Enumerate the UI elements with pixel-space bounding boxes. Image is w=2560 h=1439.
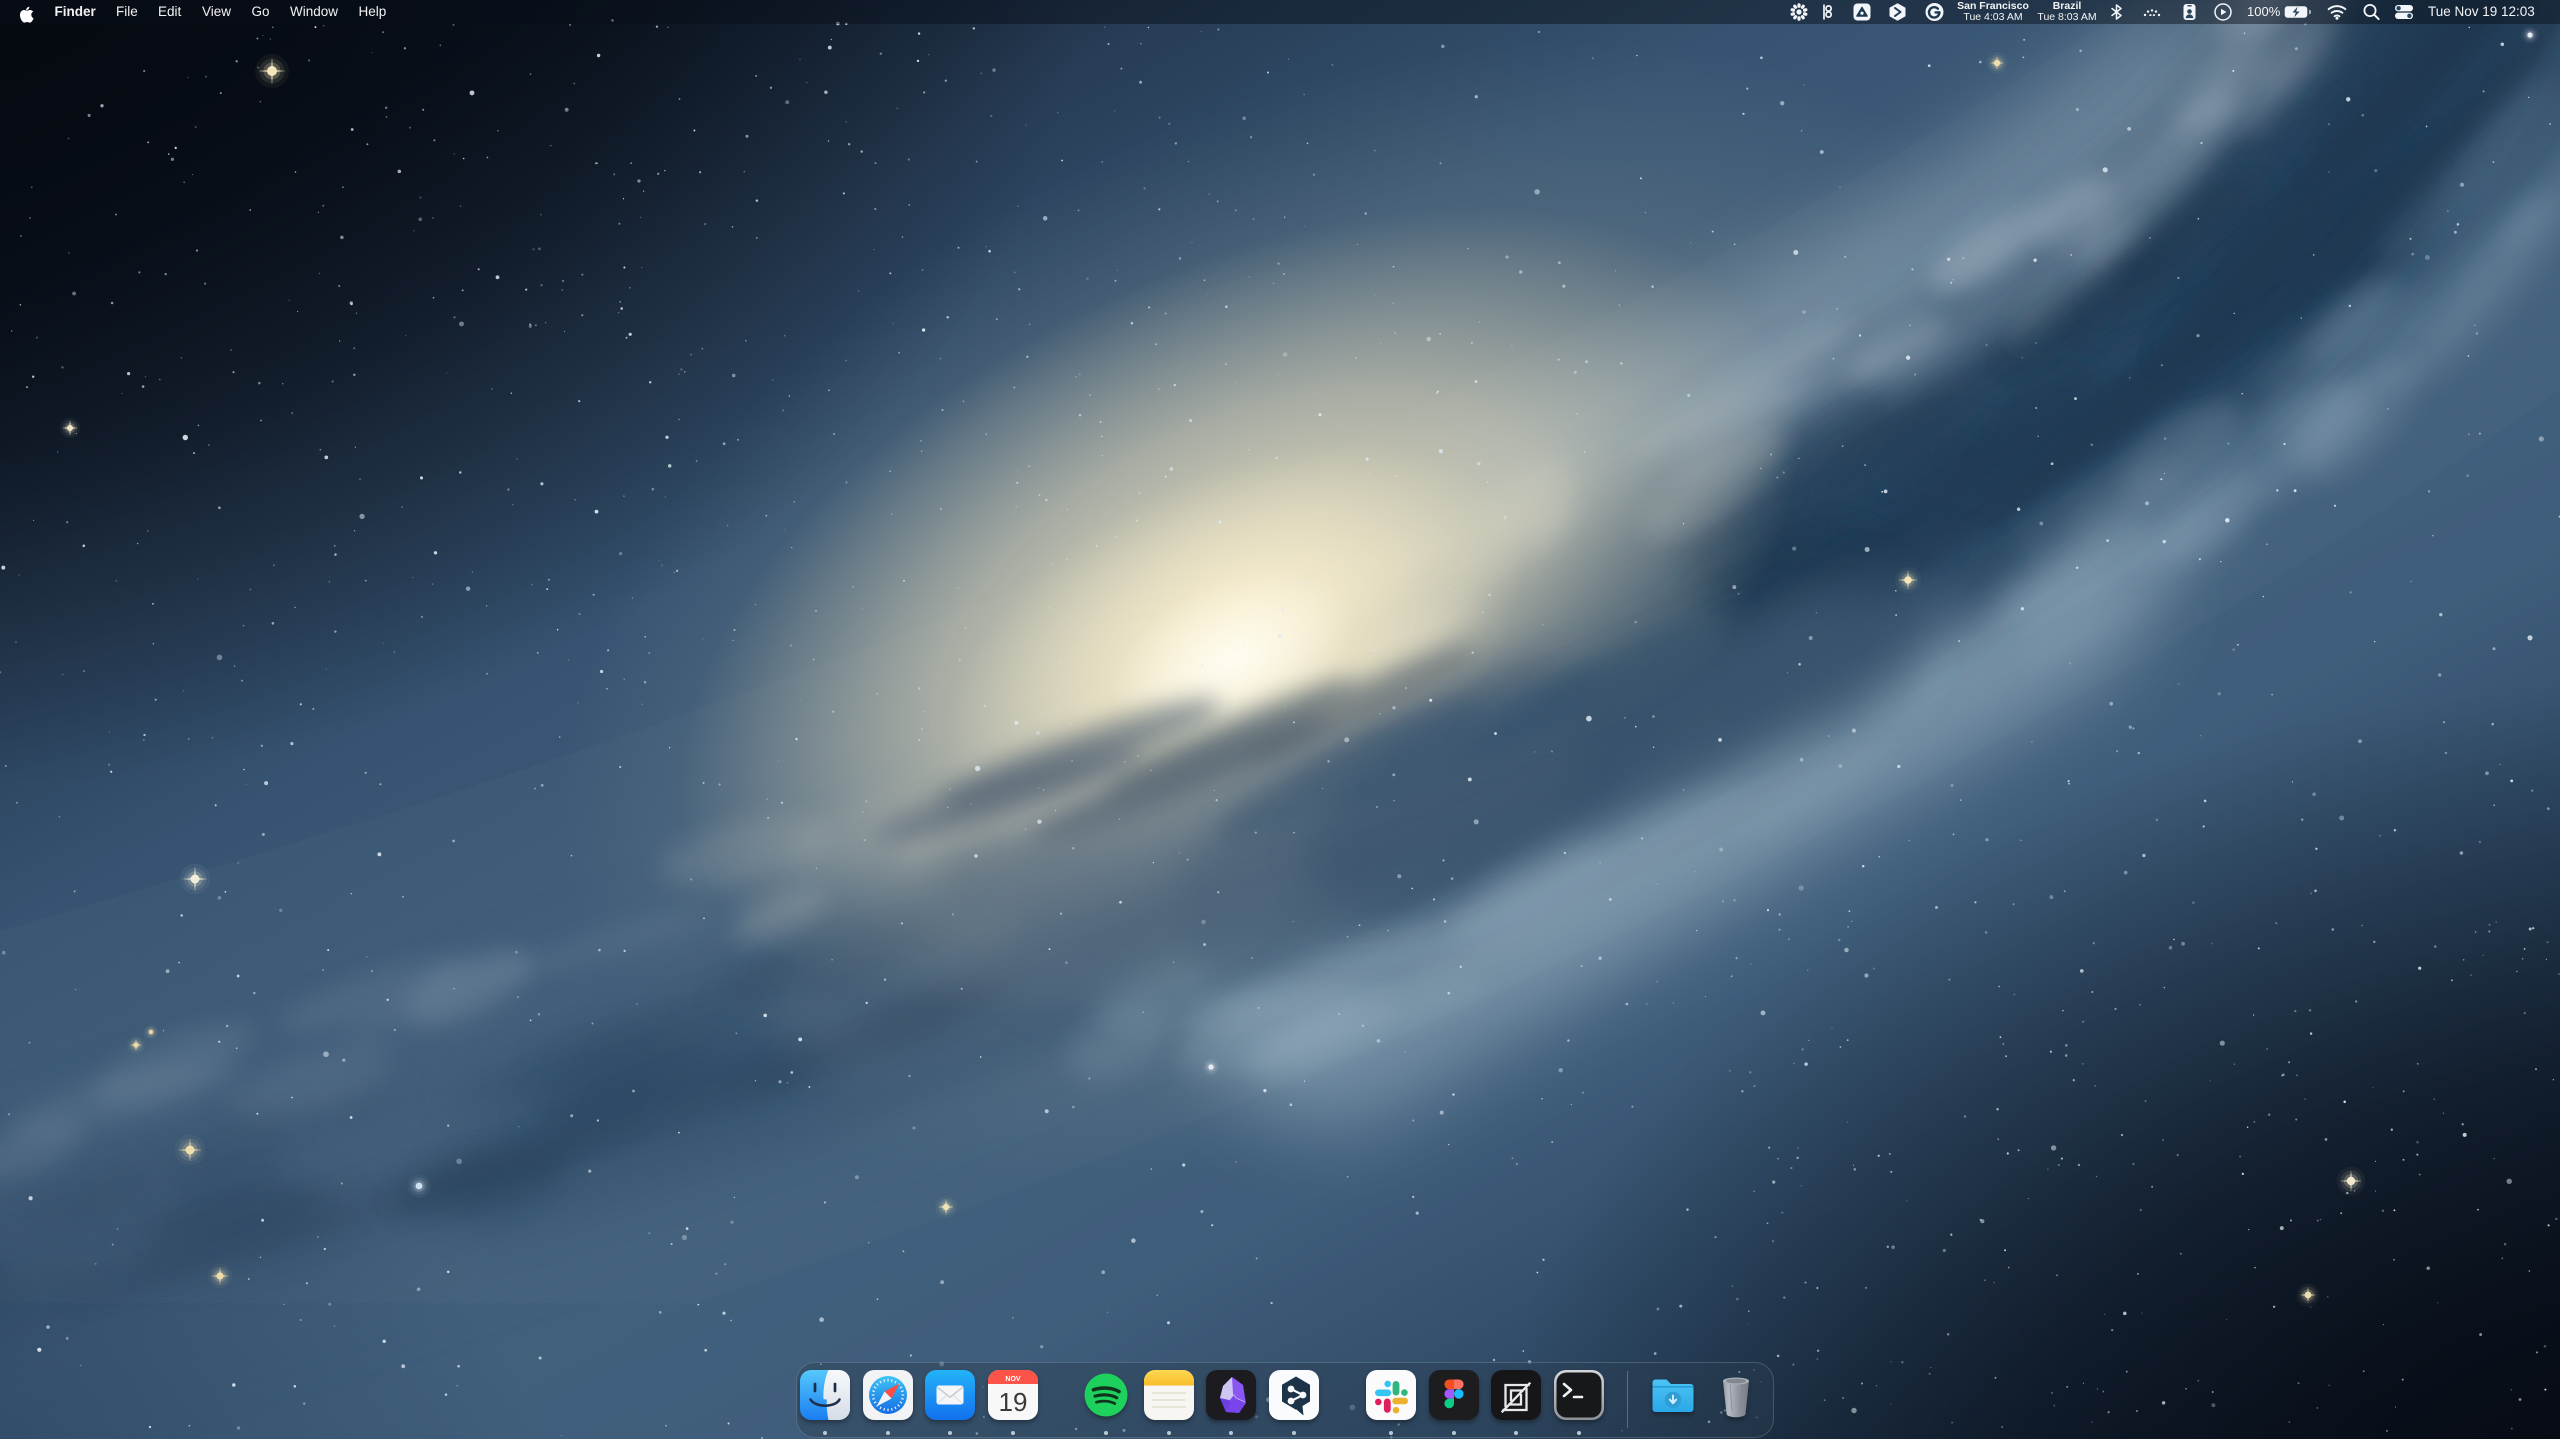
svg-text:19: 19 [998,1387,1027,1417]
svg-text:NOV: NOV [1005,1376,1021,1383]
